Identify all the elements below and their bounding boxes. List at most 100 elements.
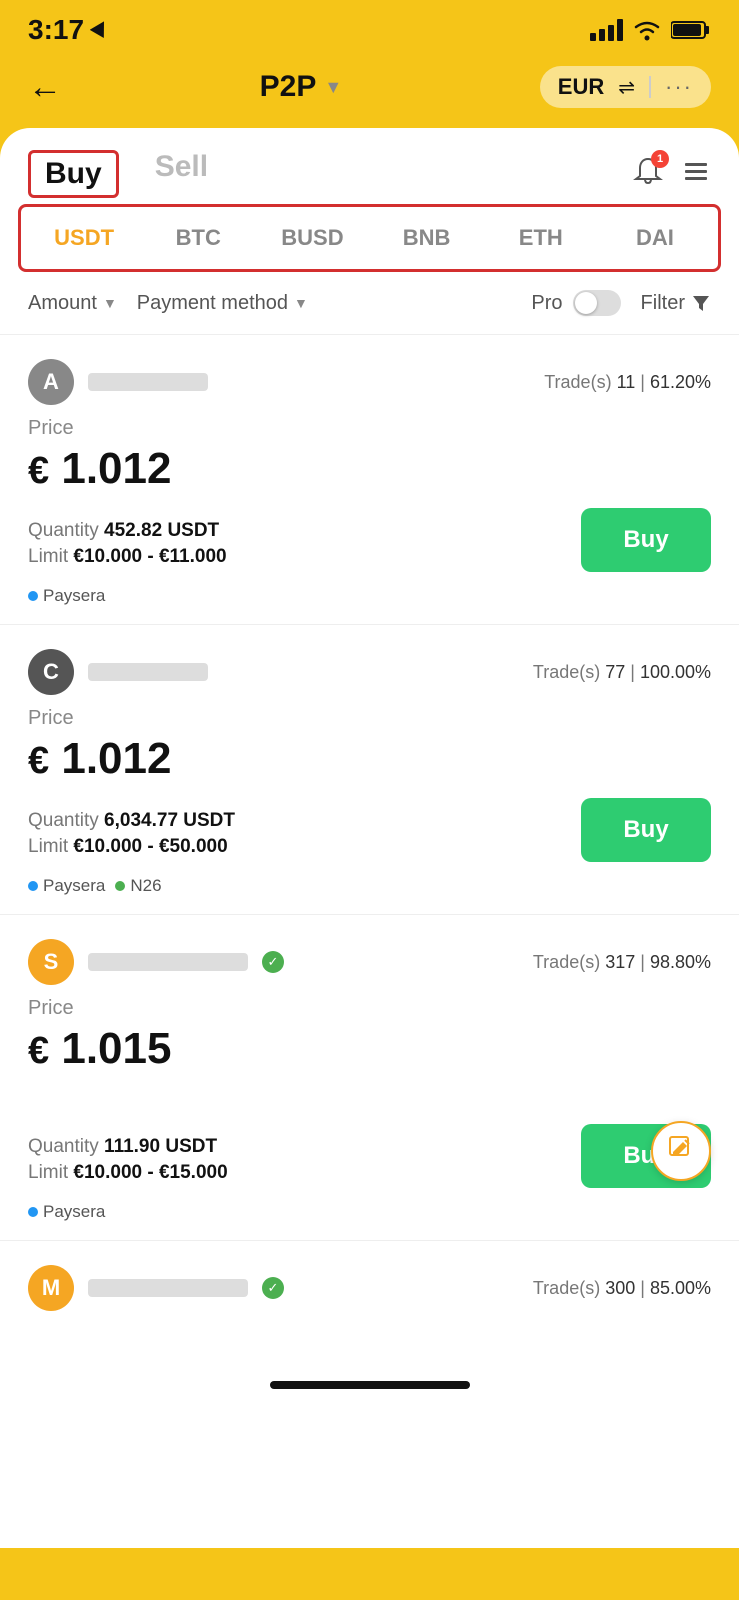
- limit-line-3: Limit €10.000 - €15.000: [28, 1162, 581, 1184]
- status-time: 3:17: [28, 14, 84, 46]
- status-icons: [590, 19, 711, 41]
- amount-dropdown-icon: ▼: [103, 295, 117, 311]
- crypto-tab-bnb[interactable]: BNB: [370, 207, 484, 269]
- filter-funnel-icon: [691, 293, 711, 313]
- trader-3-name: [88, 953, 248, 971]
- more-options-button[interactable]: ···: [665, 74, 693, 100]
- payment-label-paysera-2: Paysera: [43, 876, 105, 896]
- swap-icon: ⇌: [618, 75, 635, 100]
- limit-line-2: Limit €10.000 - €50.000: [28, 836, 581, 858]
- crypto-tab-btc[interactable]: BTC: [141, 207, 255, 269]
- payment-tags-2: Paysera N26: [28, 876, 711, 896]
- crypto-tab-eth[interactable]: ETH: [484, 207, 598, 269]
- trader-4-stats: Trade(s) 300 | 85.00%: [533, 1278, 711, 1299]
- trade-details-3: Quantity 111.90 USDT Limit €10.000 - €15…: [28, 1088, 711, 1188]
- trader-1-stats: Trade(s) 11 | 61.20%: [544, 372, 711, 393]
- trader-4-rate: 85.00%: [650, 1278, 711, 1298]
- trader-2-name: [88, 663, 208, 681]
- back-button[interactable]: ←: [28, 68, 62, 107]
- payment-method-filter-button[interactable]: Payment method ▼: [137, 292, 308, 315]
- trade-card-1: A Trade(s) 11 | 61.20% Price € 1.012 Qua…: [0, 335, 739, 625]
- trader-4-avatar: M: [28, 1265, 74, 1311]
- trade-details-left-2: Quantity 6,034.77 USDT Limit €10.000 - €…: [28, 810, 581, 862]
- trader-1-avatar: A: [28, 359, 74, 405]
- currency-label: EUR: [558, 74, 604, 100]
- quantity-line-1: Quantity 452.82 USDT: [28, 520, 581, 542]
- bottom-bar-area: [0, 1341, 739, 1401]
- crypto-tab-dai[interactable]: DAI: [598, 207, 712, 269]
- signal-bars-icon: [590, 19, 623, 41]
- notification-button[interactable]: 1: [633, 156, 663, 193]
- trader-4-info: M ✓: [28, 1265, 284, 1311]
- payment-label-1: Paysera: [43, 586, 105, 606]
- tab-icons: 1: [633, 156, 711, 193]
- filter-button[interactable]: Filter: [641, 292, 711, 315]
- limit-line-1: Limit €10.000 - €11.000: [28, 546, 581, 568]
- amount-label: Amount: [28, 292, 97, 315]
- payment-dropdown-icon: ▼: [294, 295, 308, 311]
- status-bar: 3:17: [0, 0, 739, 56]
- trade-card-1-header: A Trade(s) 11 | 61.20%: [28, 359, 711, 405]
- buy-sell-tab-row: Buy Sell 1: [0, 128, 739, 198]
- trader-3-rate: 98.80%: [650, 952, 711, 972]
- trade-card-4: M ✓ Trade(s) 300 | 85.00%: [0, 1241, 739, 1341]
- tab-buy[interactable]: Buy: [28, 150, 119, 198]
- price-value-1: € 1.012: [28, 444, 711, 494]
- pro-toggle[interactable]: Pro: [531, 290, 620, 316]
- price-value-2: € 1.012: [28, 734, 711, 784]
- header-title: P2P ▼: [260, 70, 343, 104]
- trader-3-stats: Trade(s) 317 | 98.80%: [533, 952, 711, 973]
- trade-details-left-1: Quantity 452.82 USDT Limit €10.000 - €11…: [28, 520, 581, 572]
- amount-filter-button[interactable]: Amount ▼: [28, 292, 117, 315]
- trader-2-info: C: [28, 649, 208, 695]
- notification-badge: 1: [651, 150, 669, 168]
- buy-button-2[interactable]: Buy: [581, 798, 711, 862]
- list-icon: [681, 156, 711, 186]
- trader-3-info: S ✓: [28, 939, 284, 985]
- trade-details-2: Quantity 6,034.77 USDT Limit €10.000 - €…: [28, 798, 711, 862]
- header: ← P2P ▼ EUR ⇌ ···: [0, 56, 739, 128]
- location-icon: [90, 20, 108, 40]
- price-label-2: Price: [28, 707, 711, 730]
- quantity-line-2: Quantity 6,034.77 USDT: [28, 810, 581, 832]
- price-label-3: Price: [28, 997, 711, 1020]
- list-view-button[interactable]: [681, 156, 711, 193]
- edit-svg-icon: [667, 1134, 695, 1162]
- buy-button-1[interactable]: Buy: [581, 508, 711, 572]
- verified-icon-4: ✓: [262, 1277, 284, 1299]
- payment-label-n26-2: N26: [130, 876, 161, 896]
- trade-card-2-header: C Trade(s) 77 | 100.00%: [28, 649, 711, 695]
- home-indicator: [270, 1381, 470, 1389]
- battery-icon: [671, 20, 711, 40]
- trader-2-count: 77: [605, 662, 625, 682]
- tab-sell[interactable]: Sell: [155, 150, 208, 198]
- payment-dot-n26-2: [115, 881, 125, 891]
- fab-button[interactable]: [651, 1121, 711, 1181]
- currency-selector[interactable]: EUR ⇌ ···: [540, 66, 711, 108]
- payment-method-label: Payment method: [137, 292, 288, 315]
- trader-1-count: 11: [617, 372, 636, 392]
- filter-label: Filter: [641, 292, 685, 315]
- trader-4-count: 300: [605, 1278, 635, 1298]
- edit-icon: [667, 1134, 695, 1169]
- crypto-tab-busd[interactable]: BUSD: [255, 207, 369, 269]
- crypto-tabs: USDT BTC BUSD BNB ETH DAI: [27, 207, 712, 269]
- buy-sell-tabs: Buy Sell: [28, 150, 633, 198]
- filter-row: Amount ▼ Payment method ▼ Pro Filter: [0, 272, 739, 335]
- dropdown-arrow-icon[interactable]: ▼: [324, 77, 342, 98]
- trade-card-3-wrapper: S ✓ Trade(s) 317 | 98.80% Price € 1.015 …: [0, 915, 739, 1241]
- payment-paysera-1: Paysera: [28, 586, 105, 606]
- trade-card-2: C Trade(s) 77 | 100.00% Price € 1.012 Qu…: [0, 625, 739, 915]
- main-content: Buy Sell 1: [0, 128, 739, 1548]
- price-value-3: € 1.015: [28, 1024, 711, 1074]
- trader-2-avatar: C: [28, 649, 74, 695]
- trader-3-avatar: S: [28, 939, 74, 985]
- page-title: P2P: [260, 70, 317, 104]
- payment-tags-3: Paysera: [28, 1202, 711, 1222]
- pro-toggle-track[interactable]: [573, 290, 621, 316]
- payment-paysera-3: Paysera: [28, 1202, 105, 1222]
- pro-toggle-thumb: [575, 292, 597, 314]
- verified-icon-3: ✓: [262, 951, 284, 973]
- trader-4-name: [88, 1279, 248, 1297]
- crypto-tab-usdt[interactable]: USDT: [27, 207, 141, 269]
